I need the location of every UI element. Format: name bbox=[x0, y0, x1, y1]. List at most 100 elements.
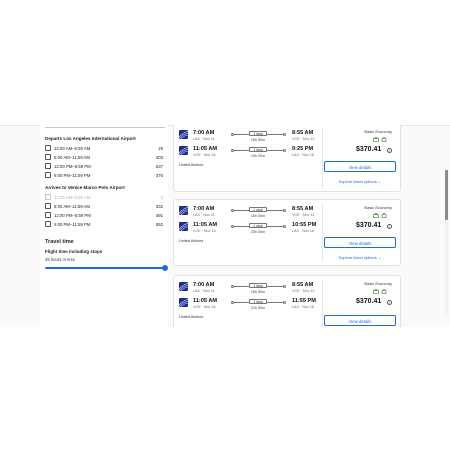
price: $370.41 bbox=[356, 222, 382, 229]
departs-filter-option[interactable]: 6:00 PM–11:59 PM 376 bbox=[45, 172, 165, 180]
route-end-dot bbox=[283, 208, 286, 212]
view-details-button[interactable]: View details bbox=[324, 161, 396, 172]
info-icon[interactable]: i bbox=[387, 224, 392, 229]
outbound-leg: 7:00 AM LAX · Nov 11 1 stop 16h 55m 8:55… bbox=[179, 206, 319, 222]
arrival-time: 11:55 PM bbox=[292, 298, 316, 304]
flight-duration: 21h 50m bbox=[250, 306, 266, 310]
explore-ticket-options-link[interactable]: Explore ticket options ⌄ bbox=[324, 179, 396, 184]
departs-filter-option[interactable]: 6:00 AM–11:59 AM 403 bbox=[45, 154, 165, 162]
card-divider bbox=[322, 280, 323, 327]
route-end-dot bbox=[283, 224, 286, 228]
arrives-filter-option[interactable]: 6:00 PM–11:59 PM 552 bbox=[45, 221, 165, 229]
return-leg: 11:05 AM VCE · Nov 18 1 stop 20h 50m 10:… bbox=[179, 222, 319, 238]
route-start-dot bbox=[231, 208, 234, 212]
option-label: 6:00 PM–11:59 PM bbox=[54, 173, 91, 178]
option-count: 0 bbox=[160, 195, 163, 200]
scrollbar-thumb[interactable] bbox=[445, 170, 448, 220]
stops-badge: 1 stop bbox=[249, 147, 267, 152]
arrives-filter-option[interactable]: 12:00 PM–5:59 PM 491 bbox=[45, 212, 165, 220]
arrival-airport-date: VCE · Nov 12 bbox=[292, 289, 315, 293]
arrival-time: 10:55 PM bbox=[292, 222, 317, 228]
departs-filter-option[interactable]: 12:00 PM–5:59 PM 537 bbox=[45, 163, 165, 171]
stops-badge: 1 stop bbox=[249, 223, 267, 228]
option-count: 537 bbox=[155, 164, 163, 169]
info-icon[interactable]: i bbox=[387, 300, 392, 305]
flight-duration: 16h 55m bbox=[250, 290, 266, 294]
checkbox[interactable] bbox=[45, 172, 51, 178]
slider-handle[interactable] bbox=[162, 265, 168, 271]
departure-time: 7:00 AM bbox=[193, 206, 215, 212]
airline-logo-icon bbox=[179, 130, 188, 139]
option-count: 376 bbox=[155, 173, 163, 178]
option-label: 12:00 PM–5:59 PM bbox=[54, 164, 91, 169]
stops-badge: 1 stop bbox=[249, 207, 267, 212]
checked-bag-icon bbox=[381, 137, 387, 142]
outbound-leg: 7:00 AM LAX · Nov 11 1 stop 16h 55m 8:55… bbox=[179, 282, 319, 298]
airline-name: United Airlines bbox=[179, 163, 204, 167]
departure-airport-date: VCE · Nov 18 bbox=[193, 305, 216, 309]
departure-time: 11:05 AM bbox=[193, 298, 218, 304]
airline-logo-icon bbox=[179, 222, 188, 231]
departure-airport-date: VCE · Nov 18 bbox=[193, 229, 216, 233]
checkbox[interactable] bbox=[45, 212, 51, 218]
option-label: 6:00 AM–11:59 AM bbox=[54, 155, 90, 160]
price: $370.41 bbox=[356, 146, 382, 153]
airline-logo-icon bbox=[179, 206, 188, 215]
checkbox[interactable] bbox=[45, 154, 51, 160]
route-start-dot bbox=[231, 148, 234, 152]
arrival-airport-date: LAX · Nov 18 bbox=[292, 153, 314, 157]
arrival-time: 8:55 AM bbox=[292, 282, 314, 288]
option-count: 29 bbox=[158, 146, 163, 151]
carry-on-bag-icon bbox=[373, 137, 379, 142]
card-divider bbox=[322, 128, 323, 188]
info-icon[interactable]: i bbox=[387, 148, 392, 153]
flight-result-card[interactable]: 7:00 AM LAX · Nov 11 1 stop 16h 55m 8:55… bbox=[173, 275, 401, 327]
price: $370.41 bbox=[356, 298, 382, 305]
option-label: 12:00 PM–5:59 PM bbox=[54, 213, 91, 218]
stops-badge: 1 stop bbox=[249, 131, 267, 136]
arrival-time: 8:55 AM bbox=[292, 130, 314, 136]
checkbox[interactable] bbox=[45, 221, 51, 227]
outbound-leg: 7:00 AM LAX · Nov 11 1 stop 16h 55m 8:55… bbox=[179, 130, 319, 146]
route-start-dot bbox=[231, 224, 234, 228]
explore-ticket-options-label: Explore ticket options bbox=[338, 255, 377, 260]
airline-logo-icon bbox=[179, 298, 188, 307]
filter-divider bbox=[45, 125, 165, 128]
arrival-airport-date: VCE · Nov 12 bbox=[292, 213, 315, 217]
flight-duration: 16h 55m bbox=[250, 214, 266, 218]
option-label: 6:00 AM–11:59 AM bbox=[54, 204, 90, 209]
cabin-class: Basic Economy bbox=[364, 205, 392, 210]
checkbox[interactable] bbox=[45, 163, 51, 169]
checkbox[interactable] bbox=[45, 203, 51, 209]
stops-badge: 1 stop bbox=[249, 299, 267, 304]
route-end-dot bbox=[283, 284, 286, 288]
checkbox[interactable] bbox=[45, 145, 51, 151]
departs-filter-option[interactable]: 12:00 AM–5:59 AM 29 bbox=[45, 145, 165, 153]
stops-badge: 1 stop bbox=[249, 283, 267, 288]
chevron-down-icon: ⌄ bbox=[377, 255, 382, 260]
flight-time-slider[interactable] bbox=[45, 267, 165, 269]
carry-on-bag-icon bbox=[373, 213, 379, 218]
explore-ticket-options-link[interactable]: Explore ticket options ⌄ bbox=[324, 255, 396, 260]
checked-bag-icon bbox=[381, 213, 387, 218]
departure-airport-date: LAX · Nov 11 bbox=[193, 213, 215, 217]
flight-duration: 20h 50m bbox=[250, 230, 266, 234]
arrival-airport-date: VCE · Nov 12 bbox=[292, 137, 315, 141]
flight-time-value: 45 hours or less bbox=[45, 257, 75, 262]
option-label: 12:00 AM–5:59 AM bbox=[54, 195, 91, 200]
flight-result-card[interactable]: 7:00 AM LAX · Nov 11 1 stop 16h 55m 8:55… bbox=[173, 125, 401, 192]
arrives-filter-option[interactable]: 6:00 AM–11:59 AM 332 bbox=[45, 203, 165, 211]
cabin-class: Basic Economy bbox=[364, 281, 392, 286]
checkbox bbox=[45, 194, 51, 200]
carry-on-bag-icon bbox=[373, 289, 379, 294]
arrival-time: 8:55 AM bbox=[292, 206, 314, 212]
route-end-dot bbox=[283, 300, 286, 304]
view-details-button[interactable]: View details bbox=[324, 237, 396, 248]
flight-search-results-page: Departs Los Angeles International Airpor… bbox=[0, 125, 450, 327]
option-count: 552 bbox=[155, 222, 163, 227]
flight-result-card[interactable]: 7:00 AM LAX · Nov 11 1 stop 16h 55m 8:55… bbox=[173, 199, 401, 266]
route-end-dot bbox=[283, 132, 286, 136]
view-details-button[interactable]: View details bbox=[324, 315, 396, 326]
cabin-class: Basic Economy bbox=[364, 129, 392, 134]
route-end-dot bbox=[283, 148, 286, 152]
